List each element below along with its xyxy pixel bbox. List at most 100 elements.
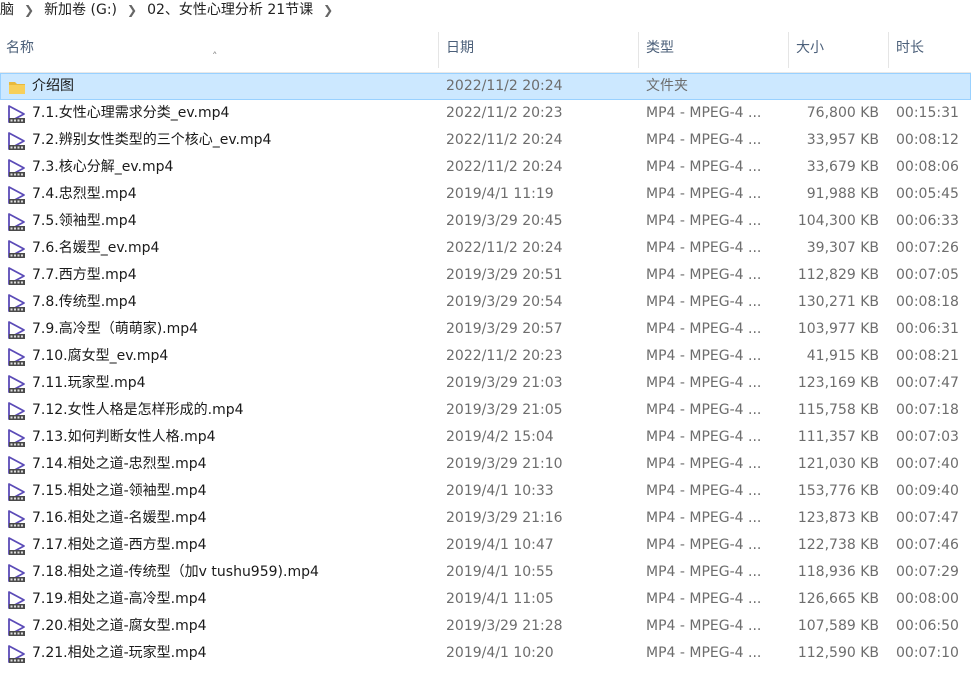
file-row[interactable]: 7.14.相处之道-忠烈型.mp4 2019/3/29 21:10 MP4 - MP… (0, 451, 971, 478)
file-duration: 00:07:03 (896, 429, 959, 445)
file-name: 7.13.如何判断女性人格.mp4 (32, 429, 216, 445)
file-name: 7.3.核心分解_ev.mp4 (32, 159, 174, 175)
chevron-right-icon[interactable]: ❯ (18, 0, 40, 20)
file-name: 7.9.高冷型（萌萌家).mp4 (32, 321, 199, 337)
file-name: 7.1.女性心理需求分类_ev.mp4 (32, 105, 230, 121)
video-file-icon (6, 347, 28, 367)
file-date: 2019/3/29 20:54 (446, 294, 563, 310)
column-divider[interactable] (638, 32, 639, 68)
file-row[interactable]: 7.5.领袖型.mp4 2019/3/29 20:45 MP4 - MPEG-4 .… (0, 208, 971, 235)
file-date: 2019/3/29 20:51 (446, 267, 563, 283)
file-row[interactable]: 7.13.如何判断女性人格.mp4 2019/4/2 15:04 MP4 - MPE… (0, 424, 971, 451)
file-row[interactable]: 7.1.女性心理需求分类_ev.mp4 2022/11/2 20:23 MP4 - … (0, 100, 971, 127)
column-divider[interactable] (788, 32, 789, 68)
file-row[interactable]: 7.15.相处之道-领袖型.mp4 2019/4/1 10:33 MP4 - MPE… (0, 478, 971, 505)
file-row[interactable]: 7.18.相处之道-传统型（加v tushu959).mp4 2019/4/1 1… (0, 559, 971, 586)
column-header-name[interactable]: 名称 (0, 24, 438, 72)
column-header-type[interactable]: 类型 (640, 24, 788, 72)
file-type: MP4 - MPEG-4 ... (646, 618, 762, 634)
file-size: 115,758 KB (797, 402, 879, 418)
video-file-icon (6, 212, 28, 232)
video-file-icon (6, 104, 28, 124)
file-row[interactable]: 7.20.相处之道-腐女型.mp4 2019/3/29 21:28 MP4 - MP… (0, 613, 971, 640)
file-date: 2019/3/29 20:57 (446, 321, 563, 337)
file-row[interactable]: 7.7.西方型.mp4 2019/3/29 20:51 MP4 - MPEG-4 .… (0, 262, 971, 289)
file-date: 2019/3/29 21:05 (446, 402, 563, 418)
column-divider[interactable] (438, 32, 439, 68)
file-duration: 00:06:33 (896, 213, 959, 229)
file-type: MP4 - MPEG-4 ... (646, 321, 762, 337)
file-row[interactable]: 7.17.相处之道-西方型.mp4 2019/4/1 10:47 MP4 - MPE… (0, 532, 971, 559)
file-row[interactable]: 7.6.名媛型_ev.mp4 2022/11/2 20:24 MP4 - MPEG-… (0, 235, 971, 262)
file-date: 2019/4/1 10:55 (446, 564, 554, 580)
file-row[interactable]: 7.10.腐女型_ev.mp4 2022/11/2 20:23 MP4 - MPEG… (0, 343, 971, 370)
file-type: MP4 - MPEG-4 ... (646, 537, 762, 553)
video-file-icon (6, 590, 28, 610)
file-name: 7.2.辨别女性类型的三个核心_ev.mp4 (32, 132, 272, 148)
file-date: 2019/4/1 11:19 (446, 186, 554, 202)
file-row[interactable]: 7.19.相处之道-高冷型.mp4 2019/4/1 11:05 MP4 - MPE… (0, 586, 971, 613)
breadcrumb-item-pc[interactable]: 脑 (0, 0, 18, 20)
file-name: 7.8.传统型.mp4 (32, 294, 137, 310)
column-header-type-label: 类型 (646, 40, 674, 56)
file-type: MP4 - MPEG-4 ... (646, 483, 762, 499)
file-row[interactable]: 7.16.相处之道-名媛型.mp4 2019/3/29 21:16 MP4 - MP… (0, 505, 971, 532)
file-duration: 00:06:31 (896, 321, 959, 337)
column-header-duration[interactable]: 时长 (890, 24, 971, 72)
file-row[interactable]: 7.11.玩家型.mp4 2019/3/29 21:03 MP4 - MPEG-4 … (0, 370, 971, 397)
file-duration: 00:07:46 (896, 537, 959, 553)
file-date: 2019/4/1 10:47 (446, 537, 554, 553)
file-row[interactable]: 7.8.传统型.mp4 2019/3/29 20:54 MP4 - MPEG-4 .… (0, 289, 971, 316)
file-date: 2019/3/29 21:10 (446, 456, 563, 472)
file-date: 2019/3/29 21:03 (446, 375, 563, 391)
file-date: 2022/11/2 20:23 (446, 105, 563, 121)
chevron-right-icon[interactable]: ❯ (121, 0, 143, 20)
file-row[interactable]: 7.3.核心分解_ev.mp4 2022/11/2 20:24 MP4 - MPEG… (0, 154, 971, 181)
column-divider[interactable] (888, 32, 889, 68)
file-date: 2019/4/1 10:20 (446, 645, 554, 661)
column-header-duration-label: 时长 (896, 40, 924, 56)
video-file-icon (6, 131, 28, 151)
file-size: 123,873 KB (797, 510, 879, 526)
file-size: 123,169 KB (797, 375, 879, 391)
file-row[interactable]: 7.4.忠烈型.mp4 2019/4/1 11:19 MP4 - MPEG-4 ..… (0, 181, 971, 208)
file-size: 33,679 KB (806, 159, 879, 175)
video-file-icon (6, 185, 28, 205)
file-type: MP4 - MPEG-4 ... (646, 294, 762, 310)
column-header-size-label: 大小 (796, 40, 824, 56)
file-duration: 00:08:06 (896, 159, 959, 175)
breadcrumb-item-folder[interactable]: 02、女性心理分析 21节课 (143, 0, 317, 20)
file-duration: 00:05:45 (896, 186, 959, 202)
file-name: 7.7.西方型.mp4 (32, 267, 137, 283)
file-duration (896, 73, 966, 100)
file-row[interactable]: 介绍图 2022/11/2 20:24 文件夹 (0, 73, 971, 100)
file-size: 122,738 KB (797, 537, 879, 553)
video-file-icon (6, 266, 28, 286)
chevron-right-icon[interactable]: ❯ (317, 0, 339, 20)
file-duration: 00:07:40 (896, 456, 959, 472)
file-name: 7.14.相处之道-忠烈型.mp4 (32, 456, 207, 472)
file-date: 2019/3/29 20:45 (446, 213, 563, 229)
breadcrumb: 脑 ❯ 新加卷 (G:) ❯ 02、女性心理分析 21节课 ❯ (0, 0, 971, 20)
file-row[interactable]: 7.9.高冷型（萌萌家).mp4 2019/3/29 20:57 MP4 - MPE… (0, 316, 971, 343)
file-duration: 00:08:18 (896, 294, 959, 310)
file-type: MP4 - MPEG-4 ... (646, 240, 762, 256)
file-size: 130,271 KB (797, 294, 879, 310)
column-header-size[interactable]: 大小 (790, 24, 888, 72)
file-type: MP4 - MPEG-4 ... (646, 645, 762, 661)
file-row[interactable]: 7.12.女性人格是怎样形成的.mp4 2019/3/29 21:05 MP4 - … (0, 397, 971, 424)
file-row[interactable]: 7.2.辨别女性类型的三个核心_ev.mp4 2022/11/2 20:24 MP4… (0, 127, 971, 154)
breadcrumb-item-drive[interactable]: 新加卷 (G:) (40, 0, 121, 20)
file-row[interactable]: 7.21.相处之道-玩家型.mp4 2019/4/1 10:20 MP4 - MPE… (0, 640, 971, 667)
file-size: 39,307 KB (806, 240, 879, 256)
video-file-icon (6, 401, 28, 421)
file-type: MP4 - MPEG-4 ... (646, 348, 762, 364)
file-name: 7.21.相处之道-玩家型.mp4 (32, 645, 207, 661)
column-header-date[interactable]: 日期 (440, 24, 638, 72)
file-size (790, 73, 879, 100)
file-date: 2019/3/29 21:16 (446, 510, 563, 526)
file-name: 7.12.女性人格是怎样形成的.mp4 (32, 402, 244, 418)
video-file-icon (6, 563, 28, 583)
file-type: MP4 - MPEG-4 ... (646, 510, 762, 526)
file-name: 7.5.领袖型.mp4 (32, 213, 137, 229)
